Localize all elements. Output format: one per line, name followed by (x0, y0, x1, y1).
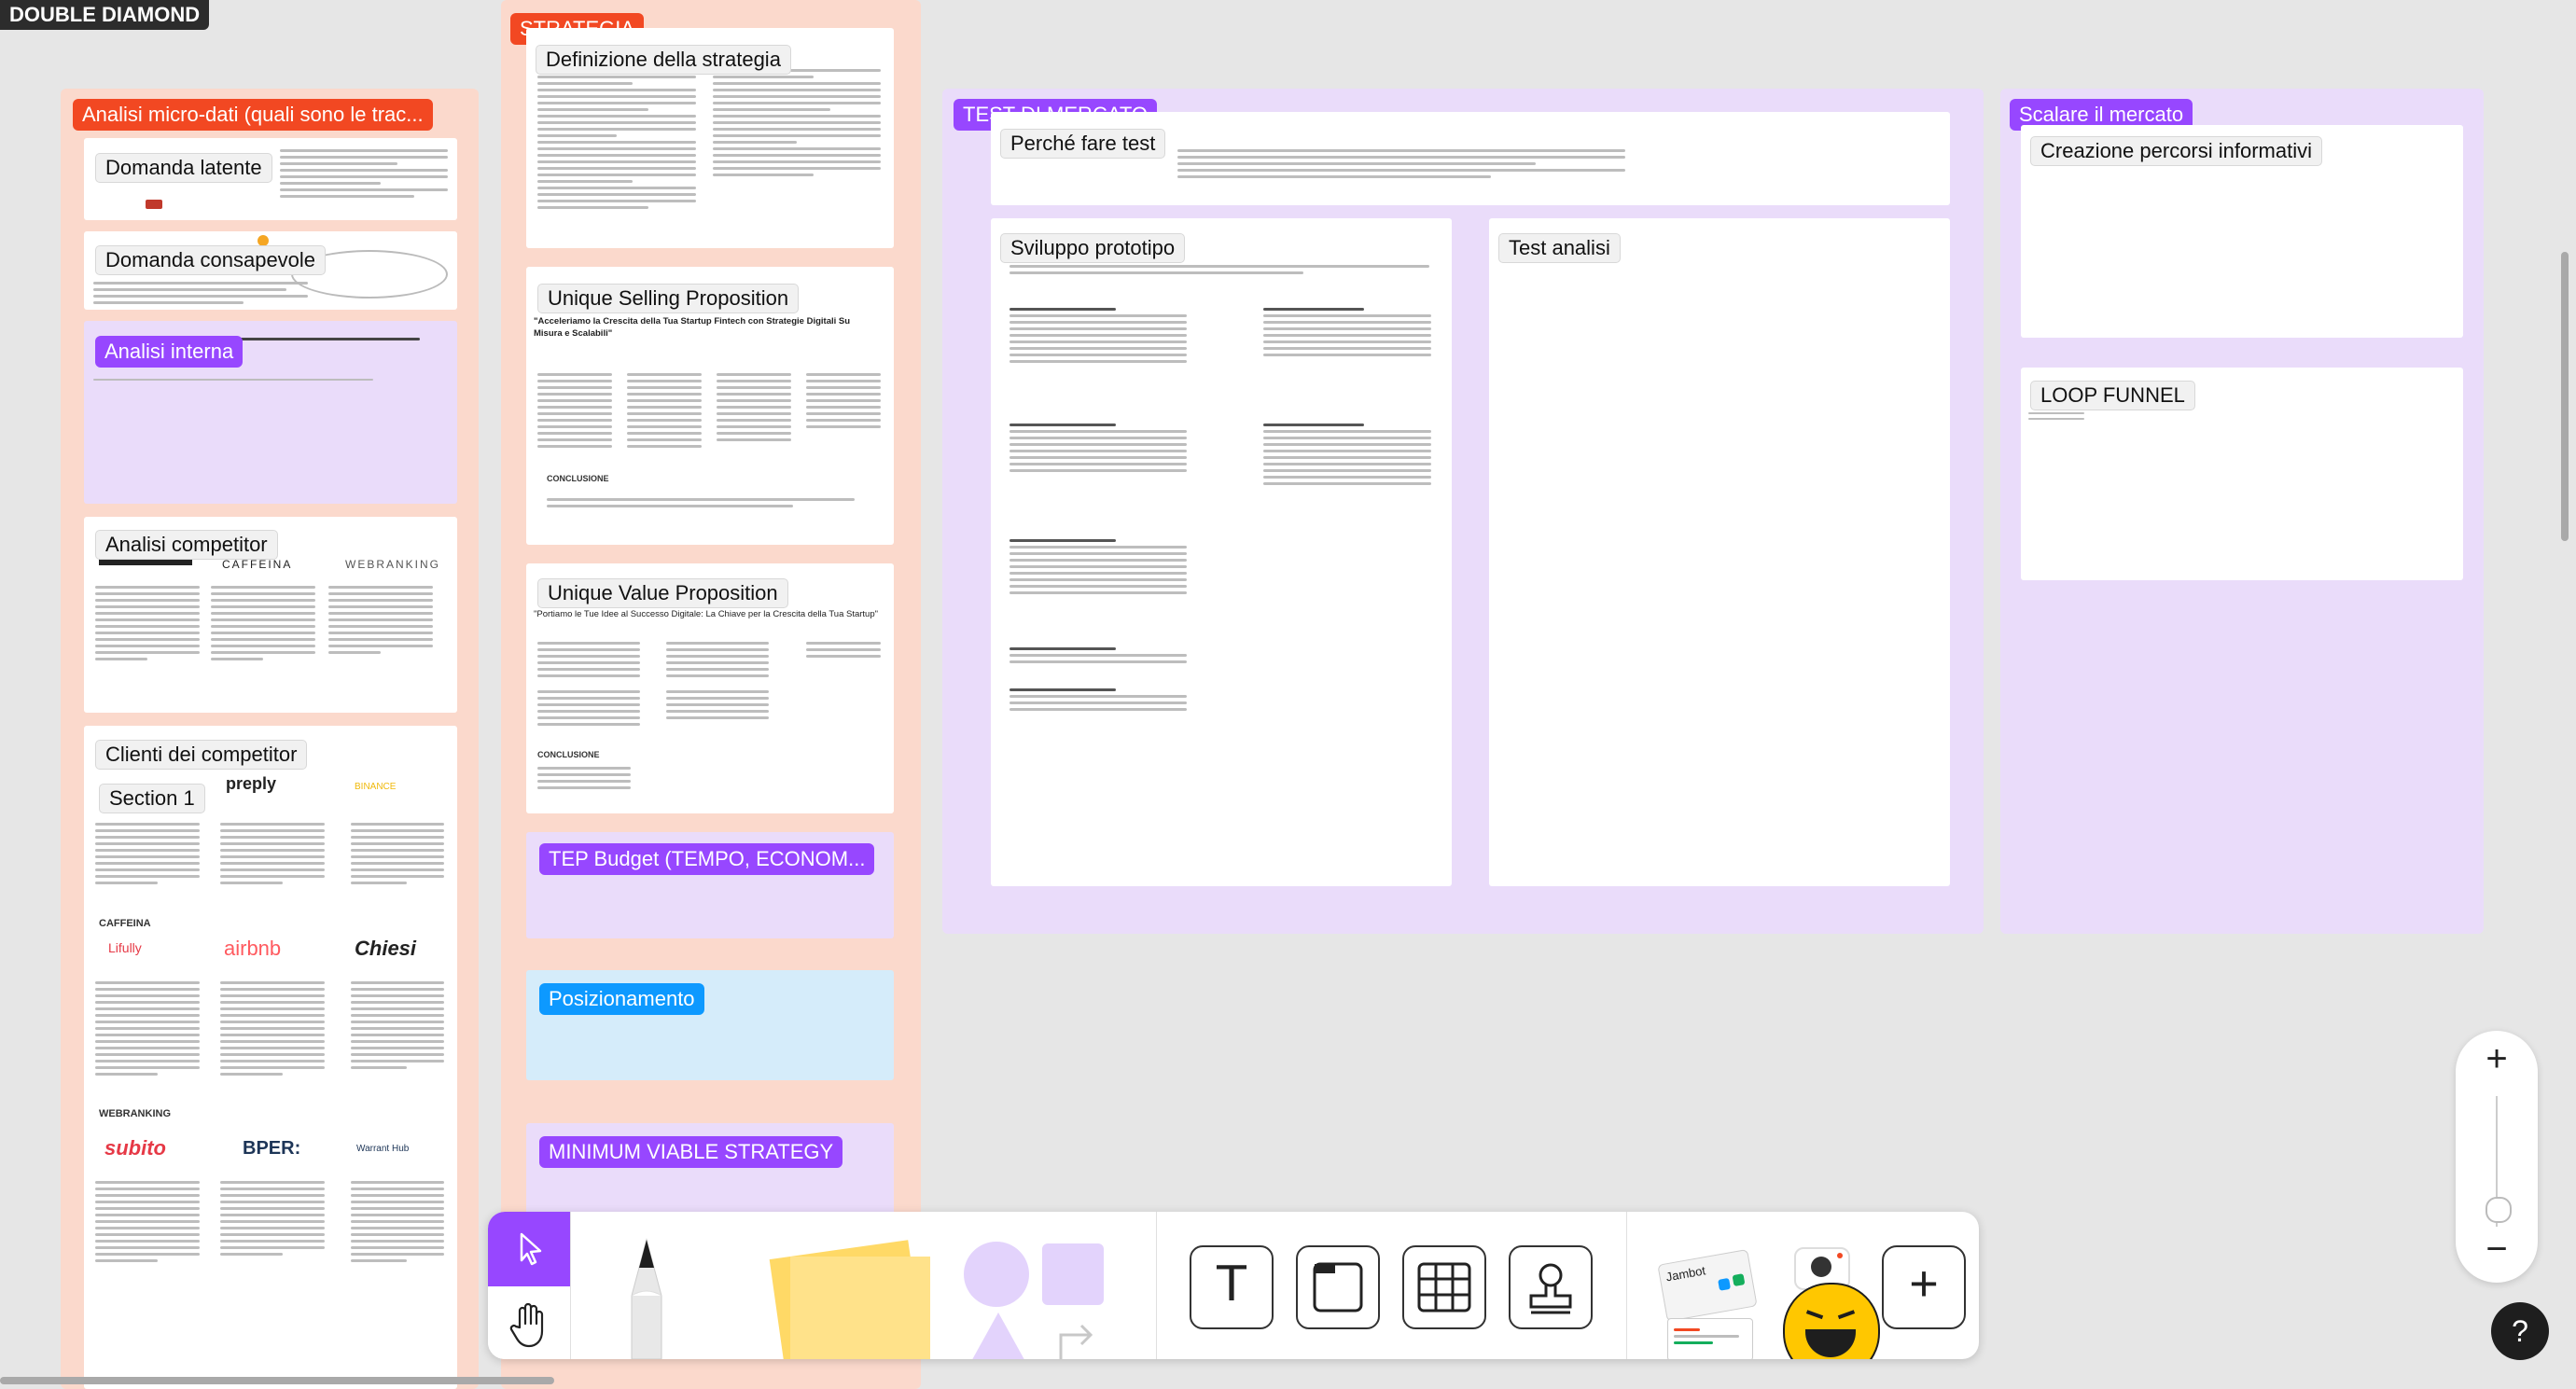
client-logo-binance: BINANCE (355, 782, 397, 792)
client-group-webranking: WEBRANKING (99, 1108, 171, 1119)
table-tool-button[interactable] (1402, 1245, 1486, 1329)
zoom-in-button[interactable]: + (2456, 1038, 2538, 1080)
label-mvs: MINIMUM VIABLE STRATEGY (539, 1136, 843, 1168)
section-tool-button[interactable] (1296, 1245, 1380, 1329)
card-test-analisi[interactable] (1489, 218, 1950, 886)
bottom-toolbar: T Jambot + (488, 1212, 1979, 1359)
circle-shape-icon (964, 1242, 1029, 1307)
uvp-conclusione: CONCLUSIONE (537, 750, 600, 759)
vertical-scrollbar[interactable] (2561, 252, 2569, 541)
triangle-shape-icon (972, 1313, 1024, 1359)
label-sviluppo-prototipo: Sviluppo prototipo (1000, 233, 1186, 263)
sticky-notes-button[interactable] (749, 1240, 936, 1359)
connector-arrow-icon (1059, 1324, 1093, 1359)
client-logo-subito: subito (104, 1136, 166, 1160)
emoji-button[interactable] (1766, 1238, 1880, 1359)
shapes-button[interactable] (964, 1234, 1113, 1359)
more-tools-button[interactable]: + (1882, 1245, 1966, 1329)
label-analisi-competitor: Analisi competitor (95, 530, 278, 560)
small-chart-icon (146, 200, 162, 209)
stamp-tool-button[interactable] (1509, 1245, 1593, 1329)
square-shape-icon (1042, 1243, 1104, 1305)
label-section1: Section 1 (99, 784, 205, 813)
card-sviluppo-prototipo[interactable] (991, 218, 1452, 886)
label-tep-budget: TEP Budget (TEMPO, ECONOM... (539, 843, 875, 875)
widget-dot-green (1732, 1273, 1746, 1287)
competitor-logo-caffeina: CAFFEINA (222, 558, 293, 571)
uvp-quote: "Portiamo le Tue Idee al Successo Digita… (534, 609, 878, 619)
laughing-emoji-icon (1783, 1283, 1880, 1359)
zoom-control: + − (2456, 1031, 2538, 1283)
section-frame-icon (1313, 1262, 1363, 1313)
client-logo-lifully: Lifully (108, 940, 142, 955)
widgets-button[interactable]: Jambot (1654, 1248, 1758, 1359)
sticky-note-front (790, 1257, 930, 1359)
plus-icon: + (1909, 1256, 1939, 1312)
card-clienti-competitor[interactable]: preply BINANCE CAFFEINA Lifully airbnb C… (84, 726, 457, 1389)
hand-icon (509, 1302, 544, 1348)
select-tool-button[interactable] (488, 1212, 570, 1286)
widget-card: Jambot (1657, 1248, 1758, 1323)
label-perche-test: Perché fare test (1000, 129, 1166, 159)
text-tool-button[interactable]: T (1190, 1245, 1274, 1329)
client-logo-preply: preply (226, 774, 277, 793)
widget-sheet (1667, 1318, 1753, 1359)
label-test-analisi: Test analisi (1498, 233, 1621, 263)
board-title-tag[interactable]: DOUBLE DIAMOND (0, 0, 210, 30)
label-analisi-interna: Analisi interna (95, 336, 244, 368)
jambot-label: Jambot (1664, 1263, 1707, 1285)
usp-conclusione: CONCLUSIONE (547, 474, 609, 483)
widget-dot-blue (1718, 1277, 1732, 1291)
client-logo-airbnb: airbnb (224, 937, 282, 960)
label-domanda-consapevole: Domanda consapevole (95, 245, 327, 275)
label-usp: Unique Selling Proposition (537, 284, 800, 313)
pen-icon (631, 1238, 662, 1359)
client-group-caffeina: CAFFEINA (99, 918, 151, 929)
table-grid-icon (1417, 1262, 1471, 1313)
label-uvp: Unique Value Proposition (537, 578, 788, 608)
hand-tool-button[interactable] (488, 1286, 570, 1359)
zoom-slider-thumb[interactable] (2485, 1197, 2512, 1223)
client-logo-warrant: Warrant Hub (356, 1144, 410, 1154)
label-percorsi: Creazione percorsi informativi (2030, 136, 2322, 166)
competitor-logo-webranking: WEBRANKING (345, 558, 441, 571)
client-logo-bper: BPER: (243, 1138, 301, 1159)
label-posizionamento: Posizionamento (539, 983, 704, 1015)
help-button[interactable]: ? (2491, 1302, 2549, 1360)
label-loop-funnel: LOOP FUNNEL (2030, 381, 2195, 410)
label-domanda-latente: Domanda latente (95, 153, 272, 183)
pen-tool-button[interactable] (600, 1230, 693, 1359)
horizontal-scrollbar[interactable] (0, 1377, 554, 1384)
usp-quote: "Acceleriamo la Crescita della Tua Start… (534, 316, 851, 339)
label-clienti-competitor: Clienti dei competitor (95, 740, 308, 770)
label-definizione: Definizione della strategia (536, 45, 791, 75)
cursor-arrow-icon (520, 1232, 542, 1266)
client-logo-chiesi: Chiesi (355, 937, 417, 960)
stamp-icon (1529, 1263, 1572, 1314)
card-perche-test[interactable] (991, 112, 1950, 205)
zoom-out-button[interactable]: − (2456, 1229, 2538, 1271)
text-t-icon: T (1217, 1257, 1246, 1313)
section-analisi-title[interactable]: Analisi micro-dati (quali sono le trac..… (73, 99, 433, 131)
